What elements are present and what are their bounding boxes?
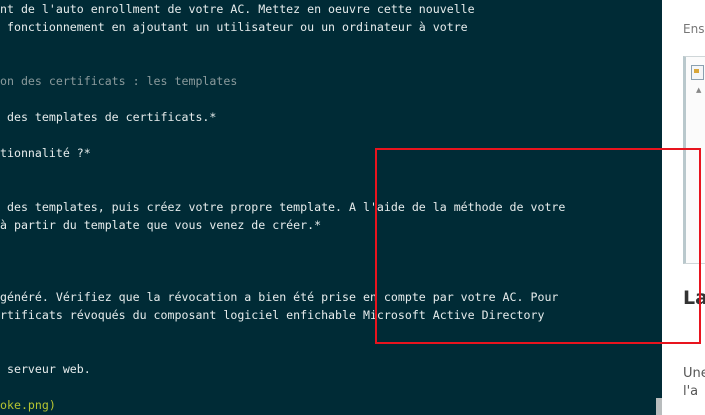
editor-line: des templates de certificats.* <box>0 110 217 124</box>
editor-line: tionnalité ?* <box>0 146 91 160</box>
editor-line: serveur web. <box>0 362 91 376</box>
editor-line: à partir du template que vous venez de c… <box>0 218 322 232</box>
preview-paragraph-line: l'a <box>683 384 699 399</box>
editor-line-link: oke.png) <box>0 398 56 412</box>
document-icon <box>691 65 704 80</box>
editor-line: généré. Vérifiez que la révocation a bie… <box>0 290 559 304</box>
preview-pane: Ens ▲ La Une l'a <box>662 0 705 415</box>
text-editor[interactable]: nt de l'auto enrollment de votre AC. Met… <box>0 0 662 415</box>
editor-line: on des certificats : les templates <box>0 74 238 88</box>
editor-line: fonctionnement en ajoutant un utilisateu… <box>0 20 468 34</box>
editor-line: rtificats révoqués du composant logiciel… <box>0 308 545 322</box>
preview-text-ens: Ens <box>683 22 705 36</box>
preview-image-frame <box>683 56 705 264</box>
editor-line: nt de l'auto enrollment de votre AC. Met… <box>0 2 475 16</box>
preview-paragraph-line: Une <box>683 366 705 381</box>
triangle-up-icon: ▲ <box>696 86 702 94</box>
editor-line: des templates, puis créez votre propre t… <box>0 200 566 214</box>
preview-heading: La <box>683 287 705 309</box>
